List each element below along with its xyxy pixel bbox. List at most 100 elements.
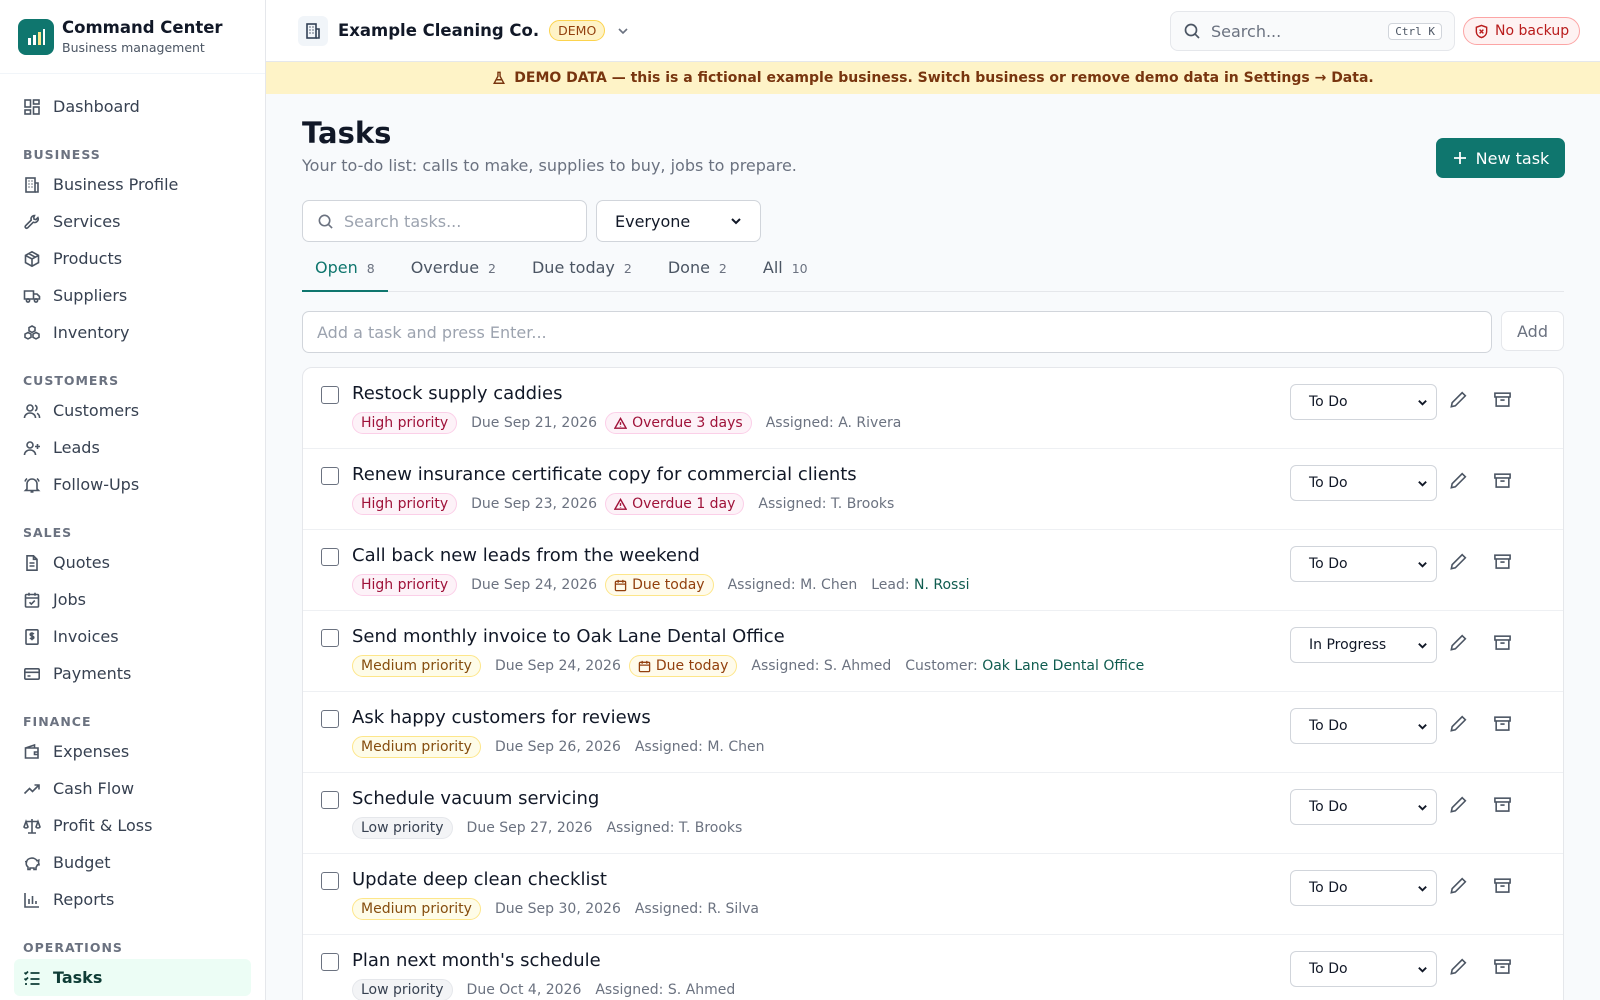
task-checkbox[interactable] — [321, 548, 339, 566]
sidebar-item-label: Dashboard — [53, 97, 140, 116]
task-status-select[interactable]: To Do — [1290, 951, 1437, 987]
task-title[interactable]: Send monthly invoice to Oak Lane Dental … — [352, 626, 785, 647]
sidebar-item-dashboard[interactable]: Dashboard — [14, 88, 251, 125]
edit-task-button[interactable] — [1449, 795, 1468, 814]
task-assignee: Assigned: A. Rivera — [765, 415, 902, 431]
business-name[interactable]: Example Cleaning Co. — [338, 21, 539, 40]
archive-task-button[interactable] — [1493, 795, 1512, 814]
task-title[interactable]: Plan next month's schedule — [352, 950, 601, 971]
task-status-select[interactable]: In Progress — [1290, 627, 1437, 663]
task-title[interactable]: Ask happy customers for reviews — [352, 707, 651, 728]
sidebar-item-follow-ups[interactable]: Follow-Ups — [14, 466, 251, 503]
section-business: BUSINESS — [23, 147, 101, 162]
task-meta: Medium priority Due Sep 24, 2026 Due tod… — [352, 655, 1158, 677]
tab-all[interactable]: All 10 — [750, 258, 821, 292]
priority-badge: Medium priority — [352, 655, 481, 677]
sidebar-item-tasks[interactable]: Tasks — [14, 959, 251, 996]
task-status-value: To Do — [1309, 880, 1348, 896]
task-due-date: Due Sep 30, 2026 — [494, 901, 621, 917]
sidebar-item-business-profile[interactable]: Business Profile — [14, 166, 251, 203]
task-status-select[interactable]: To Do — [1290, 789, 1437, 825]
sidebar-item-profit-loss[interactable]: Profit & Loss — [14, 807, 251, 844]
task-title[interactable]: Call back new leads from the weekend — [352, 545, 700, 566]
backup-status-badge[interactable]: No backup — [1463, 17, 1581, 45]
archive-task-button[interactable] — [1493, 957, 1512, 976]
task-title[interactable]: Update deep clean checklist — [352, 869, 607, 890]
task-checkbox[interactable] — [321, 872, 339, 890]
edit-task-button[interactable] — [1449, 957, 1468, 976]
trend-up-icon — [23, 783, 40, 794]
task-checkbox[interactable] — [321, 710, 339, 728]
sidebar-item-leads[interactable]: Leads — [14, 429, 251, 466]
task-status-select[interactable]: To Do — [1290, 708, 1437, 744]
sidebar-item-products[interactable]: Products — [14, 240, 251, 277]
chevron-down-icon[interactable] — [615, 23, 631, 39]
archive-task-button[interactable] — [1493, 390, 1512, 409]
sidebar-item-cash-flow[interactable]: Cash Flow — [14, 770, 251, 807]
task-title[interactable]: Renew insurance certificate copy for com… — [352, 464, 857, 485]
task-checkbox[interactable] — [321, 386, 339, 404]
priority-badge: Medium priority — [352, 736, 481, 758]
assignee-filter-select[interactable]: Everyone — [596, 200, 761, 242]
sidebar-item-expenses[interactable]: Expenses — [14, 733, 251, 770]
sidebar-item-jobs[interactable]: Jobs — [14, 581, 251, 618]
task-status-select[interactable]: To Do — [1290, 465, 1437, 501]
task-title[interactable]: Restock supply caddies — [352, 383, 563, 404]
task-checkbox[interactable] — [321, 953, 339, 971]
tab-count: 8 — [366, 261, 375, 276]
add-task-button[interactable]: Add — [1501, 311, 1564, 351]
task-status-value: In Progress — [1309, 637, 1387, 653]
task-row: Update deep clean checklist Medium prior… — [303, 854, 1563, 935]
priority-badge: High priority — [352, 493, 458, 515]
sidebar-item-invoices[interactable]: Invoices — [14, 618, 251, 655]
warning-icon — [614, 497, 628, 510]
pencil-icon — [1450, 796, 1467, 813]
sidebar-item-label: Expenses — [53, 742, 130, 761]
sidebar-item-suppliers[interactable]: Suppliers — [14, 277, 251, 314]
sidebar-item-budget[interactable]: Budget — [14, 844, 251, 881]
warning-icon — [614, 416, 628, 429]
tab-open[interactable]: Open 8 — [302, 258, 388, 292]
tab-overdue[interactable]: Overdue 2 — [398, 258, 509, 292]
task-title[interactable]: Schedule vacuum servicing — [352, 788, 599, 809]
tab-due-today[interactable]: Due today 2 — [519, 258, 645, 292]
archive-task-button[interactable] — [1493, 876, 1512, 895]
task-checkbox[interactable] — [321, 791, 339, 809]
related-customer-link[interactable]: Oak Lane Dental Office — [982, 658, 1144, 674]
archive-task-button[interactable] — [1493, 552, 1512, 571]
sidebar-item-reports[interactable]: Reports — [14, 881, 251, 918]
task-status-select[interactable]: To Do — [1290, 546, 1437, 582]
task-status-select[interactable]: To Do — [1290, 384, 1437, 420]
edit-task-button[interactable] — [1449, 552, 1468, 571]
boxes-icon — [24, 324, 40, 340]
tab-done[interactable]: Done 2 — [655, 258, 740, 292]
archive-task-button[interactable] — [1493, 633, 1512, 652]
sidebar-item-customers[interactable]: Customers — [14, 392, 251, 429]
add-task-placeholder: Add a task and press Enter... — [317, 322, 547, 342]
task-search-input[interactable]: Search tasks... — [302, 200, 587, 242]
edit-task-button[interactable] — [1449, 471, 1468, 490]
sidebar-item-payments[interactable]: Payments — [14, 655, 251, 692]
edit-task-button[interactable] — [1449, 714, 1468, 733]
sidebar-item-services[interactable]: Services — [14, 203, 251, 240]
global-search-input[interactable]: Search... Ctrl K — [1170, 11, 1455, 51]
archive-task-button[interactable] — [1493, 471, 1512, 490]
brand[interactable]: Command Center Business management — [0, 0, 265, 74]
new-task-button[interactable]: New task — [1436, 138, 1565, 178]
sidebar-item-quotes[interactable]: Quotes — [14, 544, 251, 581]
sidebar-item-label: Quotes — [53, 553, 110, 572]
add-task-input[interactable]: Add a task and press Enter... — [302, 311, 1492, 353]
edit-task-button[interactable] — [1449, 633, 1468, 652]
task-status-value: To Do — [1309, 556, 1348, 572]
archive-icon — [1494, 554, 1511, 569]
task-checkbox[interactable] — [321, 467, 339, 485]
sidebar-item-inventory[interactable]: Inventory — [14, 314, 251, 351]
archive-task-button[interactable] — [1493, 714, 1512, 733]
task-status-select[interactable]: To Do — [1290, 870, 1437, 906]
edit-task-button[interactable] — [1449, 390, 1468, 409]
edit-task-button[interactable] — [1449, 876, 1468, 895]
backup-status-label: No backup — [1495, 23, 1570, 39]
tab-label: Overdue — [410, 258, 480, 277]
task-checkbox[interactable] — [321, 629, 339, 647]
related-lead-link[interactable]: N. Rossi — [914, 577, 970, 593]
